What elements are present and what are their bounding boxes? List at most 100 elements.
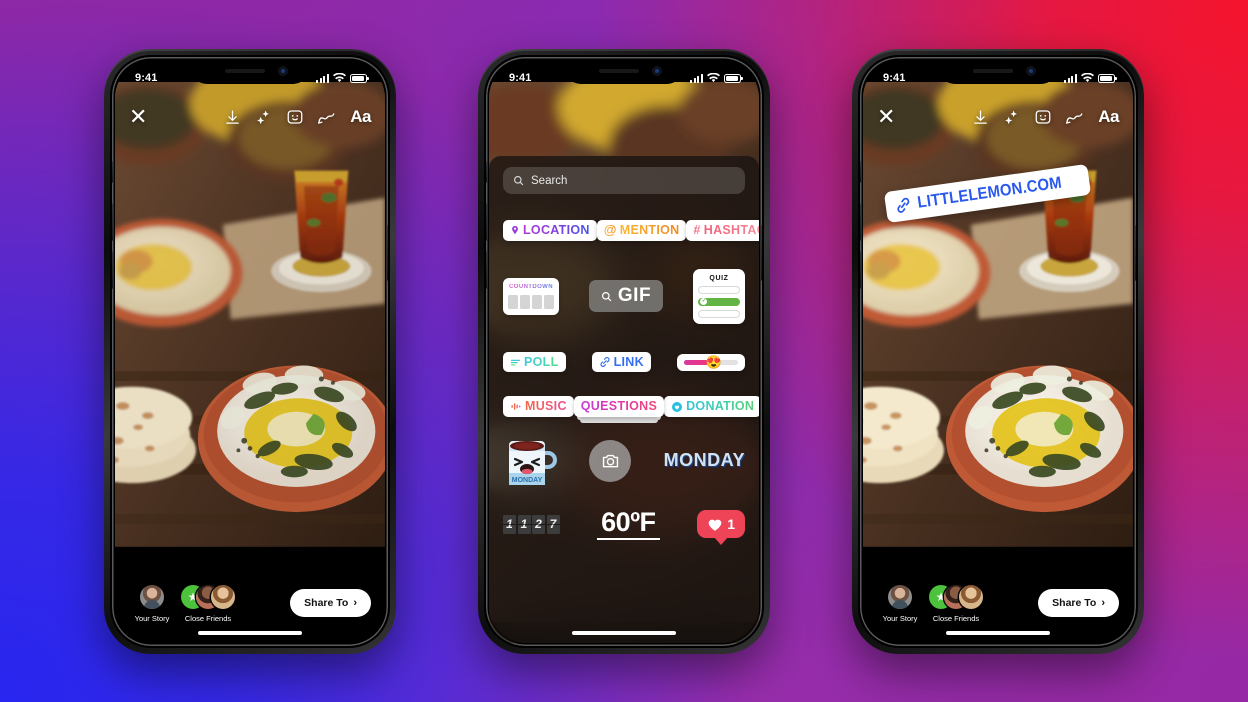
your-story-destination[interactable]: Your Story <box>129 585 175 623</box>
gif-sticker-label: GIF <box>617 285 652 307</box>
music-sticker[interactable]: MUSIC <box>503 396 574 417</box>
sticker-row-2: COUNTDOWN GIF QUIZ <box>503 268 745 324</box>
sticker-row-3: POLL LINK 😍 <box>503 351 745 373</box>
volume-up-button[interactable] <box>486 203 487 241</box>
slider-track: 😍 <box>684 356 738 369</box>
donation-sticker[interactable]: DONATION <box>664 396 759 417</box>
phone-story-editor: ✕ Aa Your Story ★ Close Friends Share To… <box>104 49 396 654</box>
home-indicator[interactable] <box>946 631 1050 635</box>
mute-switch[interactable] <box>860 161 861 183</box>
power-button[interactable] <box>761 225 762 281</box>
camera-sticker[interactable] <box>589 439 632 482</box>
like-count-value: 1 <box>727 516 735 533</box>
monday-mug-sticker[interactable]: MONDAY <box>503 435 557 487</box>
search-input[interactable]: Search <box>503 167 745 194</box>
draw-icon[interactable] <box>318 109 336 125</box>
location-sticker[interactable]: LOCATION <box>503 220 597 241</box>
save-icon[interactable] <box>224 109 241 126</box>
text-icon[interactable]: Aa <box>1098 107 1119 127</box>
emoji-slider-sticker[interactable]: 😍 <box>677 353 745 371</box>
share-to-button[interactable]: Share To › <box>290 589 371 617</box>
phone-screen: ✕ Aa Your Story ★ Close Friends Share To… <box>115 60 385 643</box>
avatar <box>140 585 164 609</box>
gif-sticker[interactable]: GIF <box>588 280 664 313</box>
hashtag-sticker-label: HASHTAG <box>704 223 759 237</box>
earpiece-speaker <box>973 69 1013 73</box>
mute-switch[interactable] <box>486 161 487 183</box>
volume-up-button[interactable] <box>860 203 861 241</box>
slider-emoji-knob[interactable]: 😍 <box>706 356 722 369</box>
countdown-sticker[interactable]: COUNTDOWN <box>503 277 559 315</box>
close-friends-destination[interactable]: ★ Close Friends <box>929 585 983 623</box>
at-icon: @ <box>603 222 617 237</box>
mention-sticker[interactable]: @ MENTION <box>596 220 687 241</box>
share-to-label: Share To <box>1052 597 1097 609</box>
your-story-destination[interactable]: Your Story <box>877 585 923 623</box>
volume-down-button[interactable] <box>112 251 113 289</box>
mezze-food-photo <box>115 82 385 547</box>
status-indicators <box>316 73 369 83</box>
status-indicators <box>690 73 743 83</box>
draw-icon[interactable] <box>1066 109 1084 125</box>
countdown-digit-cells <box>508 294 554 309</box>
wifi-icon <box>333 73 346 83</box>
status-indicators <box>1064 73 1117 83</box>
volume-down-button[interactable] <box>860 251 861 289</box>
like-count-sticker[interactable]: 1 <box>697 510 745 539</box>
story-toolbar: ✕ Aa <box>115 106 385 128</box>
quiz-sticker-label: QUIZ <box>709 274 729 282</box>
mute-switch[interactable] <box>112 161 113 183</box>
quiz-option-correct <box>697 297 740 306</box>
status-time: 9:41 <box>883 72 906 84</box>
sticker-icon[interactable] <box>286 108 304 126</box>
front-camera <box>279 67 287 75</box>
close-icon[interactable]: ✕ <box>129 106 147 128</box>
background-stage: ✕ Aa Your Story ★ Close Friends Share To… <box>0 0 1248 702</box>
volume-up-button[interactable] <box>112 203 113 241</box>
link-sticker-tray[interactable]: LINK <box>591 351 651 373</box>
poll-sticker[interactable]: POLL <box>503 351 566 373</box>
close-friends-destination[interactable]: ★ Close Friends <box>181 585 235 623</box>
quiz-sticker[interactable]: QUIZ <box>692 268 745 324</box>
sparkles-icon[interactable] <box>255 109 272 126</box>
flip-digit: 7 <box>546 514 560 534</box>
sparkles-icon[interactable] <box>1003 109 1020 126</box>
cellular-bars-icon <box>316 73 329 83</box>
quiz-option <box>697 309 740 318</box>
volume-down-button[interactable] <box>486 251 487 289</box>
sticker-row-4: MUSIC QUESTIONS DONATION <box>503 396 759 424</box>
cellular-bars-icon <box>690 73 703 83</box>
notch <box>939 60 1057 84</box>
battery-icon <box>724 73 743 83</box>
mention-sticker-label: MENTION <box>619 223 680 238</box>
close-friends-avatars: ★ <box>181 585 235 609</box>
save-icon[interactable] <box>972 109 989 126</box>
power-button[interactable] <box>1135 225 1136 281</box>
your-story-label: Your Story <box>882 614 918 623</box>
hash-icon: # <box>693 223 701 238</box>
sticker-icon[interactable] <box>1034 108 1052 126</box>
notch <box>565 60 683 84</box>
chain-link-icon <box>897 197 910 213</box>
questions-sticker-label: QUESTIONS <box>580 399 658 414</box>
chevron-right-icon: › <box>1101 597 1105 609</box>
wifi-icon <box>1081 73 1094 83</box>
close-icon[interactable]: ✕ <box>877 106 895 128</box>
questions-sticker[interactable]: QUESTIONS <box>573 396 665 424</box>
power-button[interactable] <box>387 225 388 281</box>
hashtag-sticker[interactable]: # HASHTAG <box>686 220 759 241</box>
close-friends-label: Close Friends <box>932 614 980 623</box>
share-to-button[interactable]: Share To › <box>1038 589 1119 617</box>
link-sticker-label: LINK <box>613 354 644 369</box>
toolbar-icon-group: Aa <box>972 107 1119 127</box>
time-flip-sticker[interactable]: 1 1 2 7 <box>503 514 560 534</box>
sticker-row-1: LOCATION @ MENTION # HASHTAG <box>503 220 759 241</box>
home-indicator[interactable] <box>572 631 676 635</box>
front-camera <box>653 67 661 75</box>
home-indicator[interactable] <box>198 631 302 635</box>
monday-text-sticker[interactable]: MONDAY <box>664 450 745 471</box>
cellular-bars-icon <box>1064 73 1077 83</box>
temperature-sticker[interactable]: 60ºF <box>597 508 660 540</box>
text-icon[interactable]: Aa <box>350 107 371 127</box>
flip-digit: 2 <box>532 514 545 534</box>
